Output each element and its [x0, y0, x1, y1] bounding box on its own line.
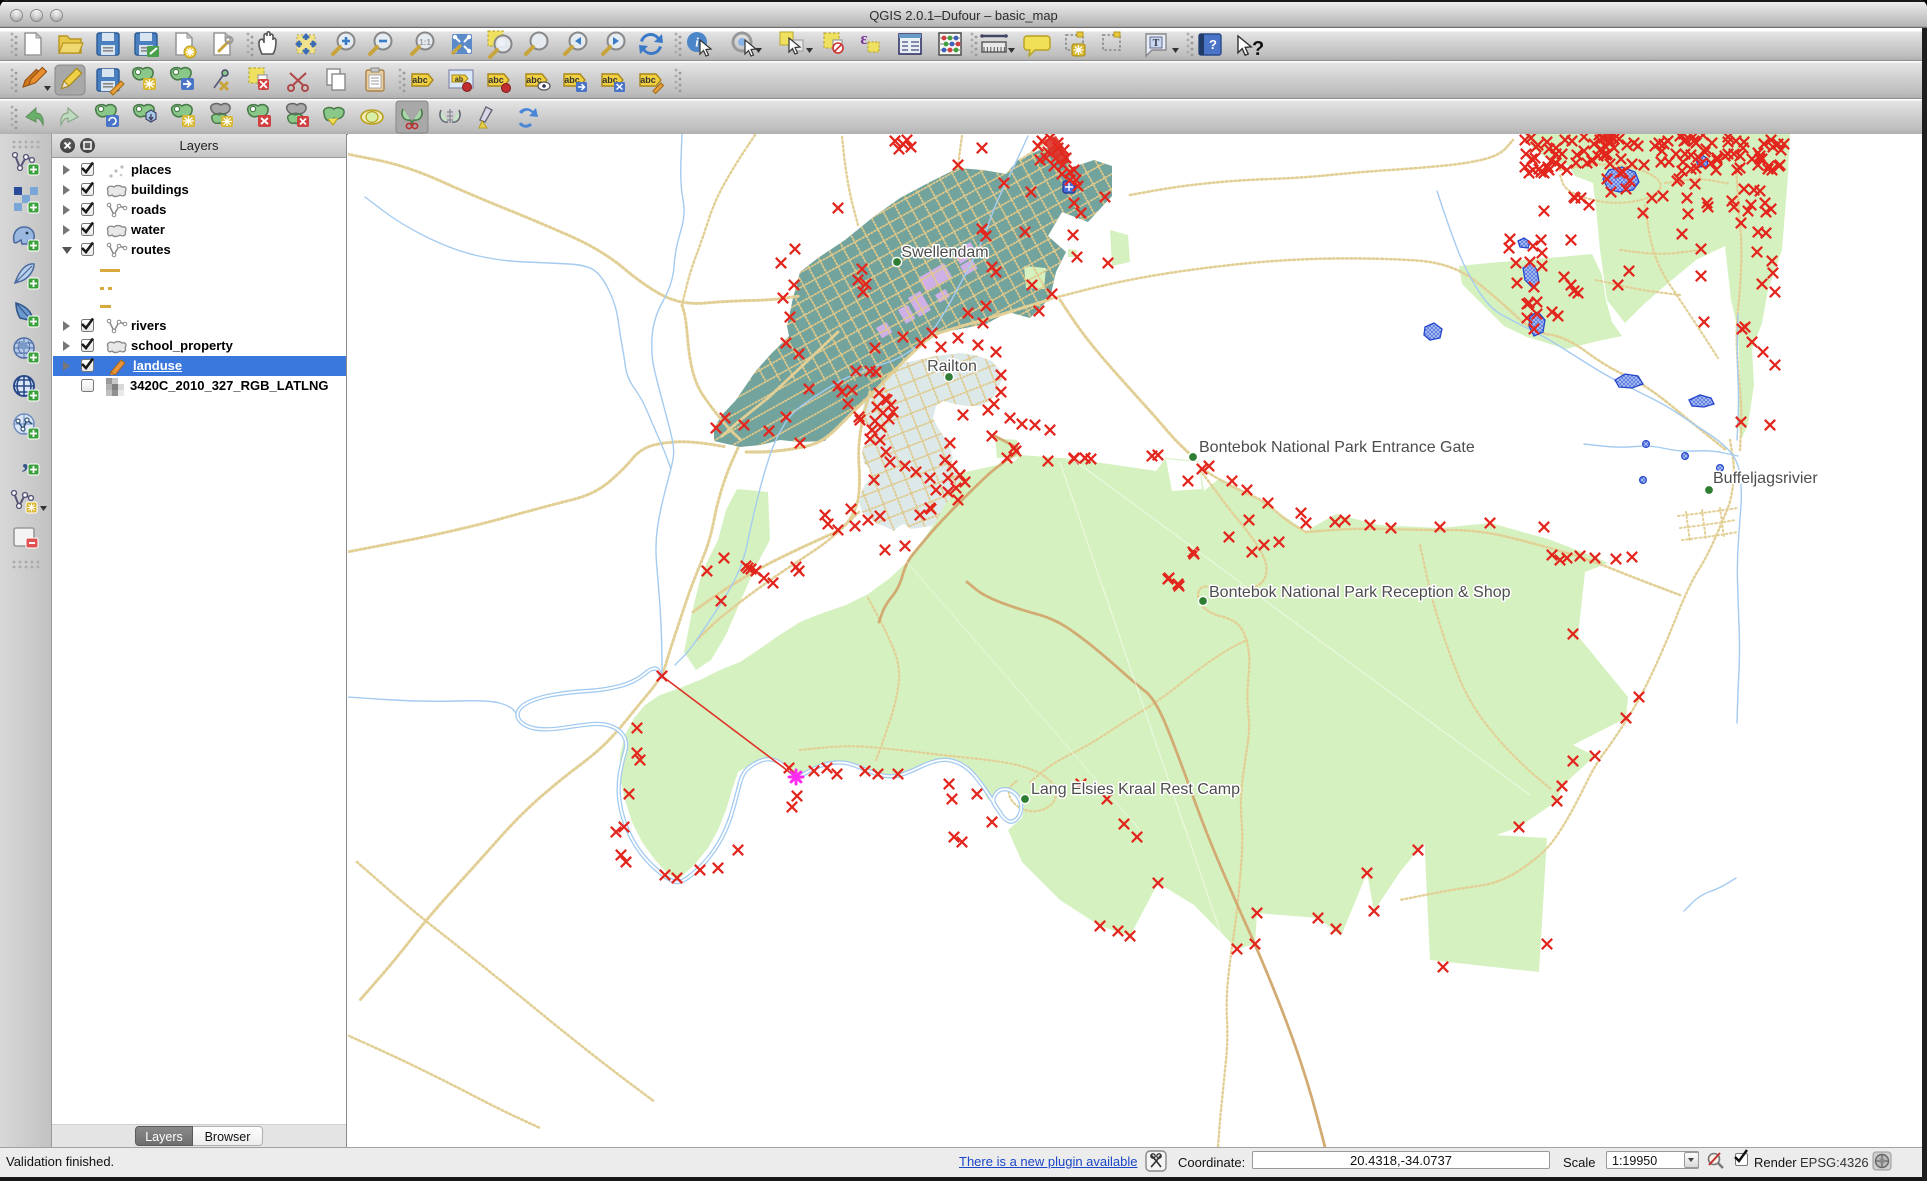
- svg-text:ab: ab: [455, 77, 463, 84]
- svg-text:i: i: [695, 35, 699, 50]
- svg-text:Bontebok National Park Entranc: Bontebok National Park Entrance Gate: [1199, 439, 1475, 456]
- svg-text:Lang Elsies Kraal Rest Camp: Lang Elsies Kraal Rest Camp: [1031, 781, 1240, 798]
- svg-text:abc: abc: [488, 75, 504, 85]
- svg-text:ε: ε: [860, 29, 867, 48]
- svg-text:abc: abc: [412, 75, 428, 85]
- svg-text:Swellendam: Swellendam: [901, 244, 988, 261]
- svg-text:T: T: [1153, 38, 1160, 49]
- svg-text:abc: abc: [640, 75, 656, 85]
- svg-text:?: ?: [1252, 38, 1264, 60]
- svg-text:?: ?: [1209, 37, 1217, 52]
- svg-text:Bontebok National Park Recepti: Bontebok National Park Reception & Shop: [1209, 584, 1511, 601]
- svg-text:1:1: 1:1: [419, 38, 431, 47]
- svg-text:Railton: Railton: [927, 358, 977, 375]
- svg-text:Buffeljagsrivier: Buffeljagsrivier: [1713, 470, 1818, 487]
